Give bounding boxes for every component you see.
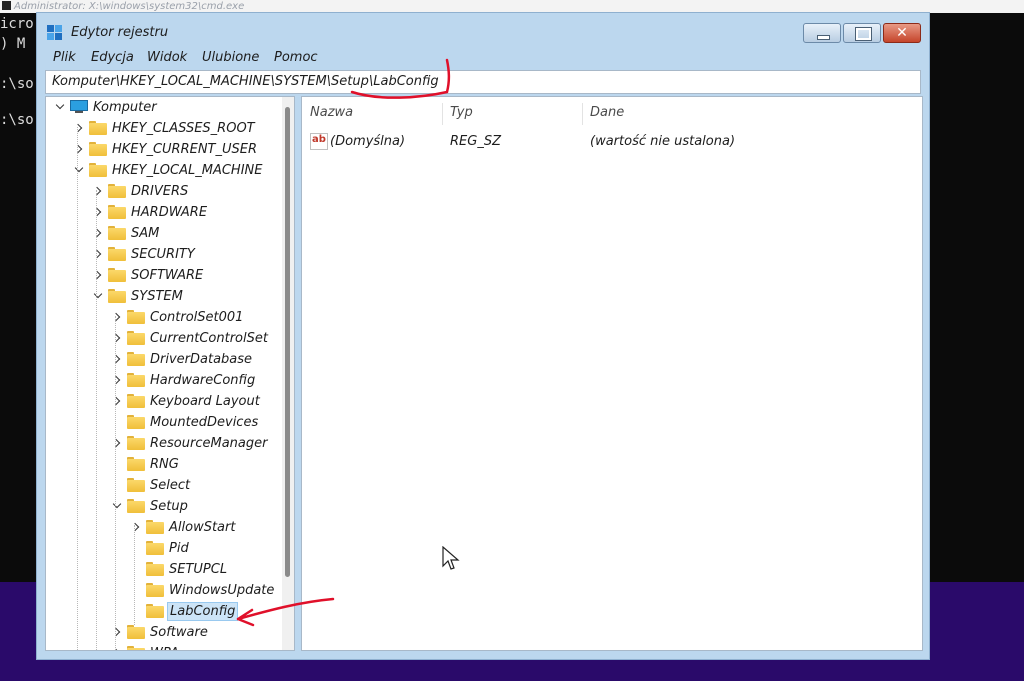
- annotation-overlay: [236, 58, 451, 627]
- mouse-cursor-icon: [442, 546, 460, 570]
- annotation-arrow: [236, 597, 335, 627]
- annotation-underline: [350, 58, 451, 99]
